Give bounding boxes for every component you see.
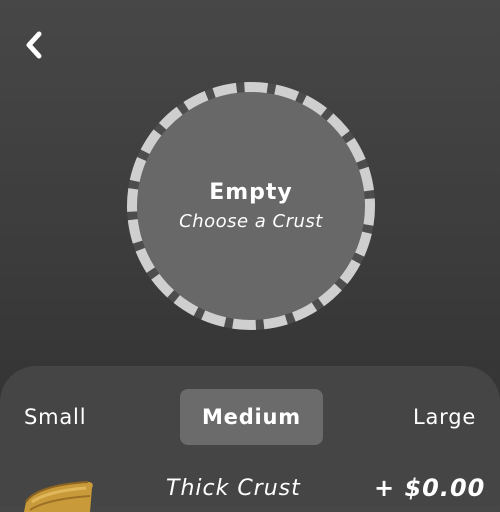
crust-name: Thick Crust (166, 476, 301, 501)
pizza-status-subtitle: Choose a Crust (179, 211, 323, 232)
chevron-left-icon (26, 31, 42, 59)
options-sheet: Small Medium Large Thick Crust + $0.00 (0, 366, 500, 512)
pizza-status-title: Empty (209, 180, 293, 205)
size-small-button[interactable]: Small (24, 389, 86, 445)
bread-icon (24, 481, 93, 512)
pizza-preview: Empty Choose a Crust (126, 81, 376, 331)
size-large-button[interactable]: Large (413, 389, 476, 445)
crust-option-thick[interactable]: Thick Crust + $0.00 (0, 472, 500, 512)
size-medium-button[interactable]: Medium (180, 389, 323, 445)
back-button[interactable] (18, 28, 50, 62)
crust-price: + $0.00 (374, 474, 486, 502)
